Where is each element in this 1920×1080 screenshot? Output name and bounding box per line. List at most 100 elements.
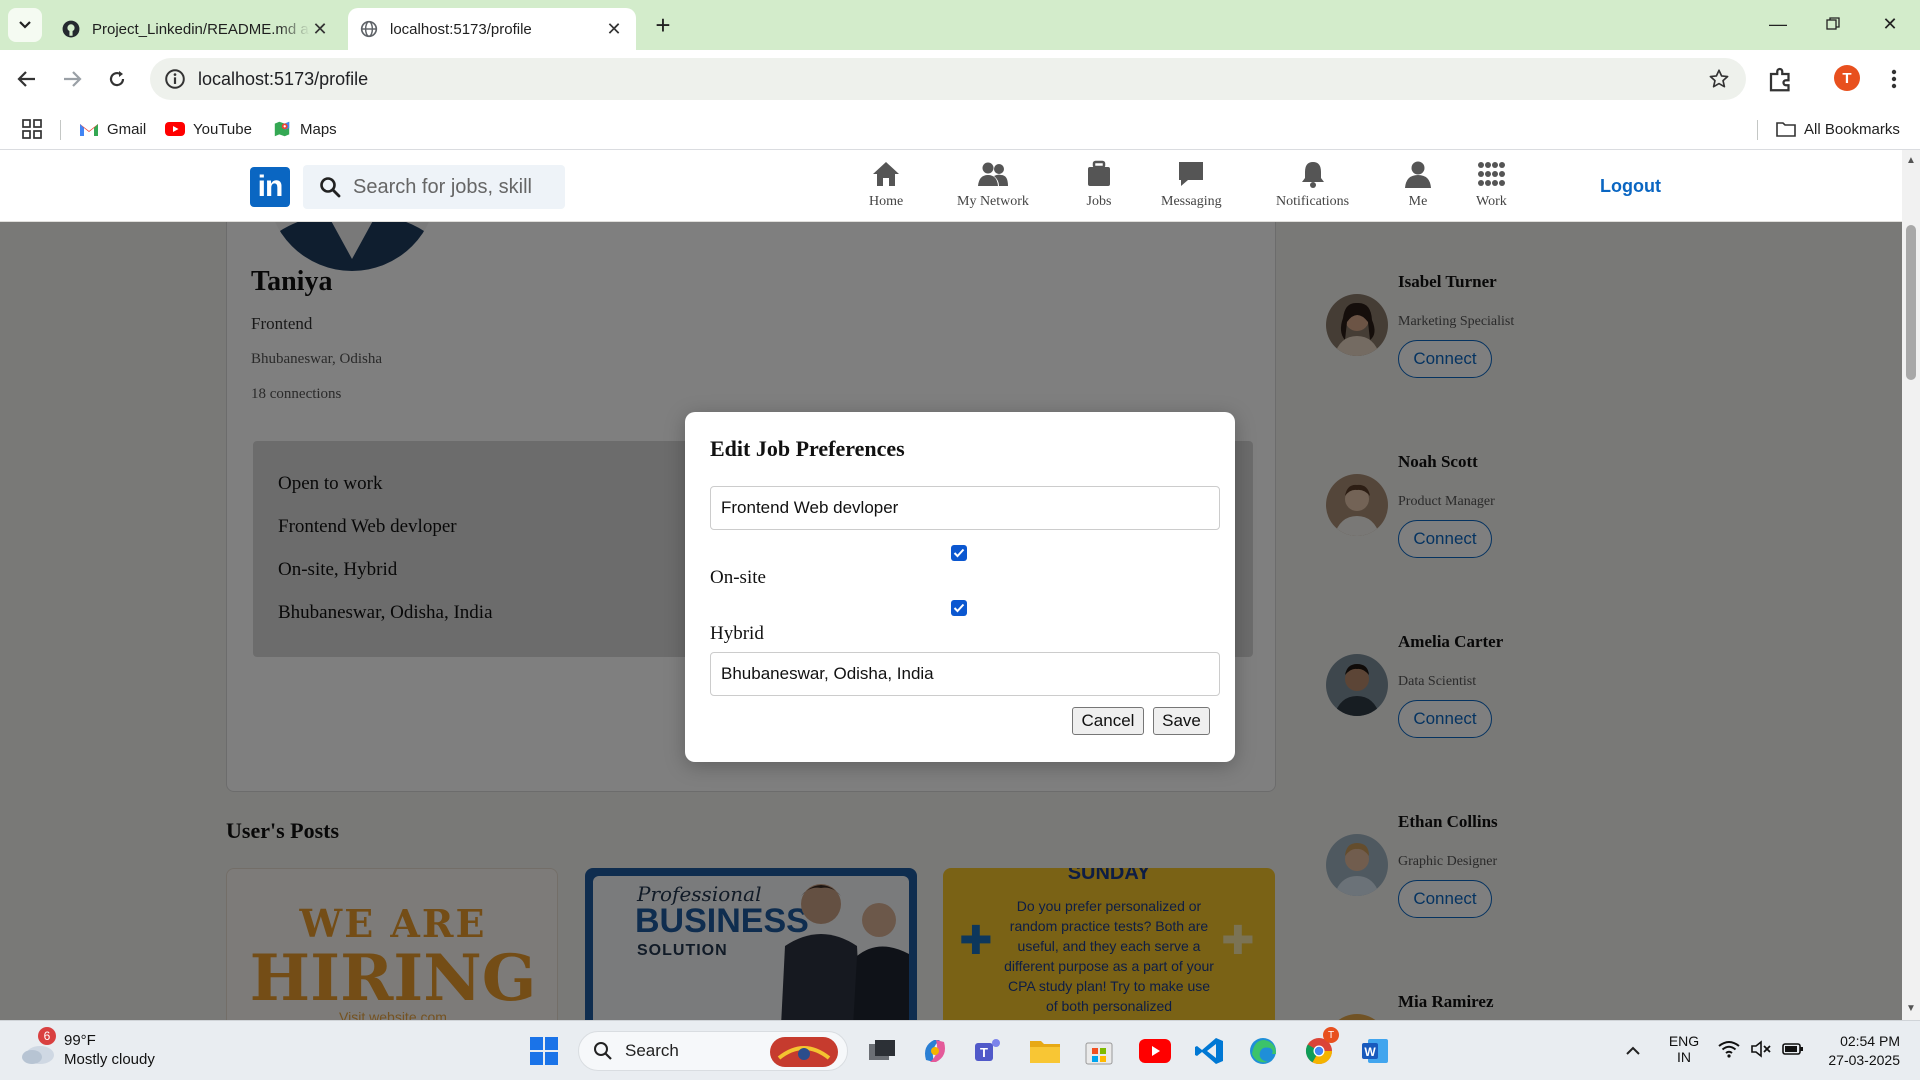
hybrid-checkbox[interactable] bbox=[951, 600, 967, 616]
bookmark-youtube[interactable]: YouTube bbox=[165, 117, 252, 141]
onsite-label: On-site bbox=[710, 567, 766, 588]
taskbar-search[interactable]: Search bbox=[578, 1031, 848, 1071]
bookmark-label: YouTube bbox=[193, 120, 252, 138]
nav-label: My Network bbox=[957, 194, 1029, 209]
edit-job-preferences-modal: Edit Job Preferences On-site Hybrid Canc… bbox=[685, 412, 1235, 762]
teams-icon[interactable]: T bbox=[968, 1031, 1008, 1071]
nav-me[interactable]: Me bbox=[1403, 160, 1433, 210]
nav-notifications[interactable]: Notifications bbox=[1276, 160, 1349, 210]
youtube-icon[interactable] bbox=[1135, 1031, 1175, 1071]
tab-search-button[interactable] bbox=[8, 8, 42, 42]
globe-icon bbox=[360, 20, 378, 38]
vscode-icon[interactable] bbox=[1189, 1031, 1229, 1071]
address-bar[interactable]: localhost:5173/profile bbox=[150, 58, 1746, 100]
bell-icon bbox=[1301, 162, 1324, 188]
clock-time: 02:54 PM bbox=[1840, 1033, 1900, 1049]
restore-icon[interactable] bbox=[1813, 8, 1853, 40]
svg-text:T: T bbox=[980, 1045, 988, 1060]
bookmark-maps[interactable]: Maps bbox=[272, 117, 337, 141]
more-options-icon[interactable] bbox=[1880, 64, 1908, 94]
task-view-icon[interactable] bbox=[862, 1031, 902, 1071]
folder-icon bbox=[1776, 122, 1796, 137]
clock[interactable]: 02:54 PM 27-03-2025 bbox=[1800, 1032, 1900, 1070]
bookmark-gmail[interactable]: Gmail bbox=[79, 117, 146, 141]
nav-jobs[interactable]: Jobs bbox=[1084, 160, 1114, 210]
site-info-icon[interactable] bbox=[164, 68, 186, 90]
close-icon[interactable]: ✕ bbox=[604, 19, 624, 39]
github-icon bbox=[62, 20, 80, 38]
weather-condition: Mostly cloudy bbox=[64, 1051, 155, 1068]
minimize-icon[interactable]: — bbox=[1758, 8, 1798, 40]
extensions-icon[interactable] bbox=[1766, 64, 1796, 94]
bookmark-label: Maps bbox=[300, 120, 337, 138]
cancel-button[interactable]: Cancel bbox=[1072, 707, 1144, 735]
tab-title: localhost:5173/profile bbox=[390, 20, 532, 38]
job-title-input[interactable] bbox=[710, 486, 1220, 530]
all-bookmarks-button[interactable]: All Bookmarks bbox=[1776, 117, 1900, 141]
weather-widget[interactable]: 6 99°F Mostly cloudy bbox=[18, 1027, 198, 1071]
scroll-thumb[interactable] bbox=[1906, 225, 1916, 380]
search-icon bbox=[320, 177, 341, 198]
all-bookmarks-label: All Bookmarks bbox=[1804, 120, 1900, 138]
chrome-icon[interactable]: T bbox=[1299, 1027, 1339, 1071]
lang-code: ENG bbox=[1668, 1033, 1700, 1049]
nav-home[interactable]: Home bbox=[869, 160, 903, 210]
user-icon bbox=[1405, 161, 1431, 188]
edge-icon[interactable] bbox=[1243, 1031, 1283, 1071]
scroll-down-icon[interactable]: ▼ bbox=[1906, 1004, 1916, 1014]
page-viewport: Taniya Frontend Bhubaneswar, Odisha 18 c… bbox=[0, 150, 1920, 1020]
apps-grid-icon[interactable] bbox=[22, 117, 42, 141]
nav-my-network[interactable]: My Network bbox=[957, 160, 1029, 210]
save-button[interactable]: Save bbox=[1153, 707, 1210, 735]
weather-badge: 6 bbox=[38, 1027, 56, 1045]
hybrid-label: Hybrid bbox=[710, 623, 764, 644]
windows-start-icon[interactable] bbox=[524, 1031, 564, 1071]
forward-icon[interactable] bbox=[55, 62, 89, 96]
bookmark-star-icon[interactable] bbox=[1708, 68, 1730, 90]
maps-icon bbox=[274, 121, 290, 137]
nav-messaging[interactable]: Messaging bbox=[1161, 160, 1222, 210]
linkedin-logo[interactable]: in bbox=[250, 167, 290, 207]
page-scrollbar[interactable]: ▲ ▼ bbox=[1902, 150, 1920, 1020]
new-tab-button[interactable]: + bbox=[648, 10, 678, 40]
taskbar-search-label: Search bbox=[625, 1041, 679, 1060]
show-hidden-icons-icon[interactable] bbox=[1613, 1031, 1653, 1071]
file-explorer-icon[interactable] bbox=[1025, 1031, 1065, 1071]
scroll-up-icon[interactable]: ▲ bbox=[1906, 156, 1916, 166]
tab-github-readme[interactable]: Project_Linkedin/README.md at ✕ bbox=[50, 8, 342, 50]
close-icon[interactable]: ✕ bbox=[310, 19, 330, 39]
briefcase-icon bbox=[1088, 160, 1110, 186]
nav-label: Home bbox=[869, 194, 904, 209]
profile-avatar-button[interactable]: T bbox=[1834, 65, 1860, 91]
modal-title: Edit Job Preferences bbox=[710, 436, 905, 461]
logout-button[interactable]: Logout bbox=[1600, 176, 1661, 197]
word-icon[interactable]: W bbox=[1355, 1031, 1395, 1071]
search-placeholder: Search for jobs, skill bbox=[353, 175, 532, 198]
back-icon[interactable] bbox=[10, 62, 44, 96]
tab-profile[interactable]: localhost:5173/profile ✕ bbox=[348, 8, 636, 50]
system-tray[interactable] bbox=[1718, 1040, 1804, 1058]
location-input[interactable] bbox=[710, 652, 1220, 696]
url-text: localhost:5173/profile bbox=[198, 68, 369, 89]
window-close-icon[interactable]: ✕ bbox=[1870, 8, 1910, 40]
lang-region: IN bbox=[1677, 1049, 1691, 1065]
nav-label: Messaging bbox=[1161, 194, 1222, 209]
language-indicator[interactable]: ENG IN bbox=[1666, 1033, 1702, 1065]
svg-text:W: W bbox=[1364, 1045, 1376, 1059]
grid-icon bbox=[1478, 162, 1506, 186]
chrome-profile-badge: T bbox=[1323, 1027, 1339, 1043]
onsite-checkbox[interactable] bbox=[951, 545, 967, 561]
windows-taskbar: 6 99°F Mostly cloudy Search T T W ENG IN… bbox=[0, 1020, 1920, 1080]
tab-title: Project_Linkedin/README.md at bbox=[92, 20, 310, 38]
bookmark-label: Gmail bbox=[107, 120, 147, 138]
nav-work[interactable]: Work bbox=[1476, 160, 1507, 210]
search-input[interactable]: Search for jobs, skill bbox=[303, 165, 565, 209]
nav-label: Jobs bbox=[1086, 194, 1112, 209]
browser-toolbar: localhost:5173/profile T bbox=[0, 50, 1920, 108]
reload-icon[interactable] bbox=[100, 62, 134, 96]
gmail-icon bbox=[80, 124, 98, 136]
bookmarks-bar: Gmail YouTube Maps All Bookmarks bbox=[0, 108, 1920, 150]
copilot-icon[interactable] bbox=[915, 1031, 955, 1071]
microsoft-store-icon[interactable] bbox=[1079, 1031, 1119, 1071]
network-icon bbox=[977, 162, 1008, 186]
